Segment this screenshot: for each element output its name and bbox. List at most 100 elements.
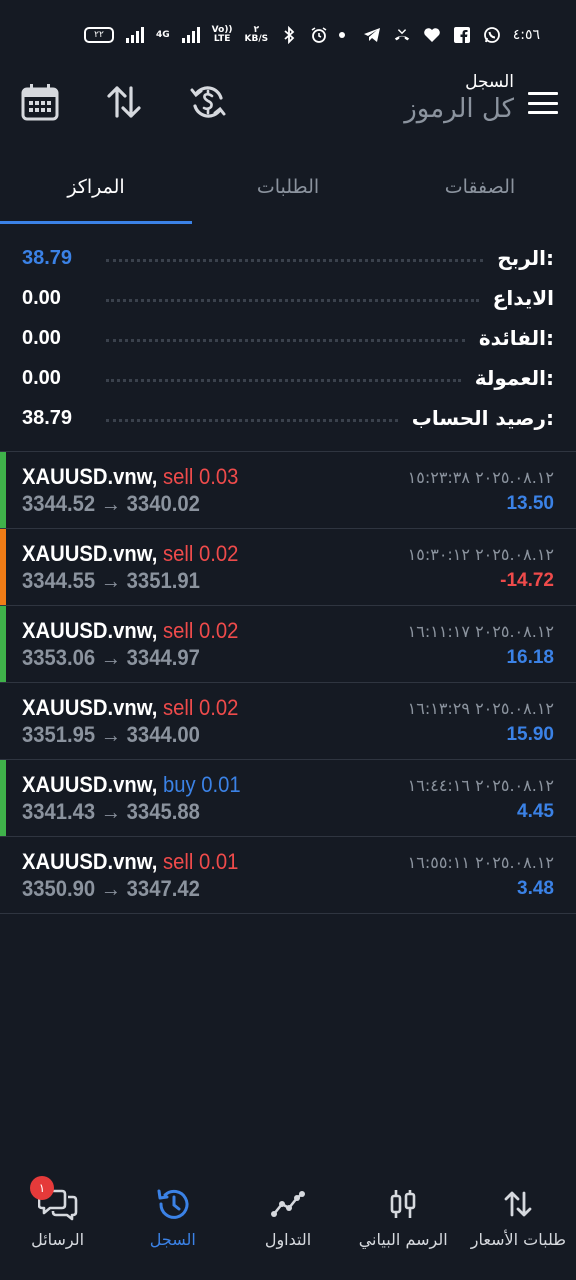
swap-label: الفائدة: [478, 326, 554, 350]
close-price: 3347.42 [126, 876, 200, 901]
calendar-button[interactable] [20, 82, 60, 122]
position-row[interactable]: XAUUSD.vnw, sell 0.02 ٢٠٢٥.٠٨.١٢ ١٦:١١:١… [0, 606, 576, 683]
balance-label: رصيد الحساب: [411, 406, 554, 430]
position-symbol-line: XAUUSD.vnw, sell 0.02 [22, 618, 238, 644]
arrow-right-icon: → [100, 491, 122, 516]
app-header: السجل كل الرموز [0, 70, 576, 150]
position-datetime: ٢٠٢٥.٠٨.١٢ ١٥:٢٣:٣٨ [407, 467, 554, 487]
position-prices: 3344.52 → 3340.02 [22, 491, 200, 517]
tab-deals-label: الصفقات [444, 176, 516, 198]
quotes-arrows-icon [504, 1191, 532, 1217]
open-price: 3353.06 [22, 645, 96, 670]
position-symbol: XAUUSD.vnw, [22, 772, 158, 797]
signal-icon [126, 27, 144, 43]
close-price: 3344.97 [126, 645, 200, 670]
network-speed-unit: KB/S [244, 34, 269, 44]
nav-trade[interactable]: التداول [230, 1180, 345, 1280]
sort-arrows-icon [107, 86, 141, 118]
position-volume: 0.01 [201, 772, 241, 797]
close-price: 3345.88 [126, 799, 200, 824]
dotted-leader [106, 298, 479, 302]
position-symbol: XAUUSD.vnw, [22, 541, 158, 566]
position-row[interactable]: XAUUSD.vnw, sell 0.02 ٢٠٢٥.٠٨.١٢ ١٦:١٣:٢… [0, 683, 576, 760]
status-bar: ٢٢ 4G Vo)) LTE ٢ KB/S ٤:٥٦ [0, 0, 576, 70]
header-title-block[interactable]: السجل كل الرموز [404, 72, 514, 124]
summary-row-swap: 0.00 الفائدة: [22, 318, 554, 358]
close-price: 3344.00 [126, 722, 200, 747]
open-price: 3351.95 [22, 722, 96, 747]
alarm-icon [310, 26, 328, 44]
summary-row-profit: 38.79 الربح: [22, 238, 554, 278]
status-bar-notifications: ٤:٥٦ [333, 26, 540, 44]
status-bar-system: ٢٢ 4G Vo)) LTE ٢ KB/S [84, 26, 328, 44]
position-side: buy [162, 772, 196, 797]
missed-call-icon [393, 26, 411, 44]
facebook-icon [453, 26, 471, 44]
nav-history[interactable]: السجل [115, 1180, 230, 1280]
sort-button[interactable] [104, 82, 144, 122]
position-profit: 16.18 [506, 647, 554, 668]
position-prices: 3353.06 → 3344.97 [22, 645, 200, 671]
tab-orders[interactable]: الطلبات [192, 150, 384, 224]
close-price: 3351.91 [126, 568, 200, 593]
history-tabs: المراكز الطلبات الصفقات [0, 150, 576, 224]
position-datetime: ٢٠٢٥.٠٨.١٢ ١٦:٥٥:١١ [407, 852, 554, 872]
nav-chart-label: الرسم البياني [358, 1230, 448, 1249]
signal-2-icon [181, 27, 200, 43]
position-datetime: ٢٠٢٥.٠٨.١٢ ١٥:٣٠:١٢ [407, 544, 554, 564]
tab-orders-label: الطلبات [256, 176, 320, 198]
open-price: 3341.43 [22, 799, 96, 824]
position-symbol-line: XAUUSD.vnw, buy 0.01 [22, 772, 241, 798]
nav-messages-label: الرسائل [31, 1230, 85, 1249]
battery-icon: ٢٢ [84, 27, 114, 43]
tab-deals[interactable]: الصفقات [384, 150, 576, 224]
position-symbol: XAUUSD.vnw, [22, 849, 158, 874]
position-row[interactable]: XAUUSD.vnw, sell 0.01 ٢٠٢٥.٠٨.١٢ ١٦:٥٥:١… [0, 837, 576, 914]
deposit-label: الايداع [492, 286, 554, 310]
status-bar-indicator [0, 606, 6, 682]
position-row[interactable]: XAUUSD.vnw, sell 0.02 ٢٠٢٥.٠٨.١٢ ١٥:٣٠:١… [0, 529, 576, 606]
currency-refresh-button[interactable] [188, 82, 228, 122]
calendar-icon [21, 84, 59, 121]
position-side: sell [162, 541, 194, 566]
tab-positions[interactable]: المراكز [0, 150, 192, 224]
menu-button[interactable] [528, 92, 558, 114]
profit-value: 38.79 [22, 246, 73, 269]
summary-panel: 38.79 الربح: 0.00 الايداع 0.00 الفائدة: … [22, 238, 554, 438]
position-symbol-line: XAUUSD.vnw, sell 0.02 [22, 541, 238, 567]
positions-list: XAUUSD.vnw, sell 0.03 ٢٠٢٥.٠٨.١٢ ١٥:٢٣:٣… [0, 451, 576, 914]
messages-badge: ١ [29, 1176, 54, 1200]
trade-line-icon [270, 1191, 305, 1217]
position-row[interactable]: XAUUSD.vnw, sell 0.03 ٢٠٢٥.٠٨.١٢ ١٥:٢٣:٣… [0, 452, 576, 529]
position-profit: 15.90 [506, 724, 554, 745]
arrow-right-icon: → [100, 876, 122, 901]
position-volume: 0.01 [198, 849, 239, 874]
profit-label: الربح: [497, 246, 554, 270]
position-row[interactable]: XAUUSD.vnw, buy 0.01 ٢٠٢٥.٠٨.١٢ ١٦:٤٤:١٦… [0, 760, 576, 837]
open-price: 3344.55 [22, 568, 96, 593]
position-datetime: ٢٠٢٥.٠٨.١٢ ١٦:١١:١٧ [407, 621, 554, 641]
nav-chart[interactable]: الرسم البياني [346, 1180, 461, 1280]
currency-sync-icon [190, 86, 226, 118]
position-symbol-line: XAUUSD.vnw, sell 0.03 [22, 464, 238, 490]
arrow-right-icon: → [100, 645, 122, 670]
dotted-leader [106, 338, 465, 342]
nav-quotes[interactable]: طلبات الأسعار [461, 1180, 576, 1280]
status-bar-indicator [0, 452, 6, 528]
tab-positions-label: المراكز [67, 176, 125, 198]
network-type-label: 4G [156, 29, 170, 40]
nav-messages[interactable]: ١ الرسائل [0, 1176, 115, 1280]
position-volume: 0.02 [198, 618, 239, 643]
position-symbol-line: XAUUSD.vnw, sell 0.01 [22, 849, 238, 875]
summary-row-balance: 38.79 رصيد الحساب: [22, 398, 554, 438]
position-prices: 3341.43 → 3345.88 [22, 799, 200, 825]
status-bar-indicator [0, 760, 6, 836]
nav-history-label: السجل [149, 1230, 196, 1249]
status-bar-indicator [0, 529, 6, 605]
position-prices: 3350.90 → 3347.42 [22, 876, 200, 902]
dotted-leader [106, 258, 484, 262]
position-datetime: ٢٠٢٥.٠٨.١٢ ١٦:٤٤:١٦ [407, 775, 554, 795]
volte-indicator: Vo)) LTE [212, 26, 233, 44]
menu-icon-line [528, 111, 558, 114]
dotted-leader [106, 378, 461, 382]
